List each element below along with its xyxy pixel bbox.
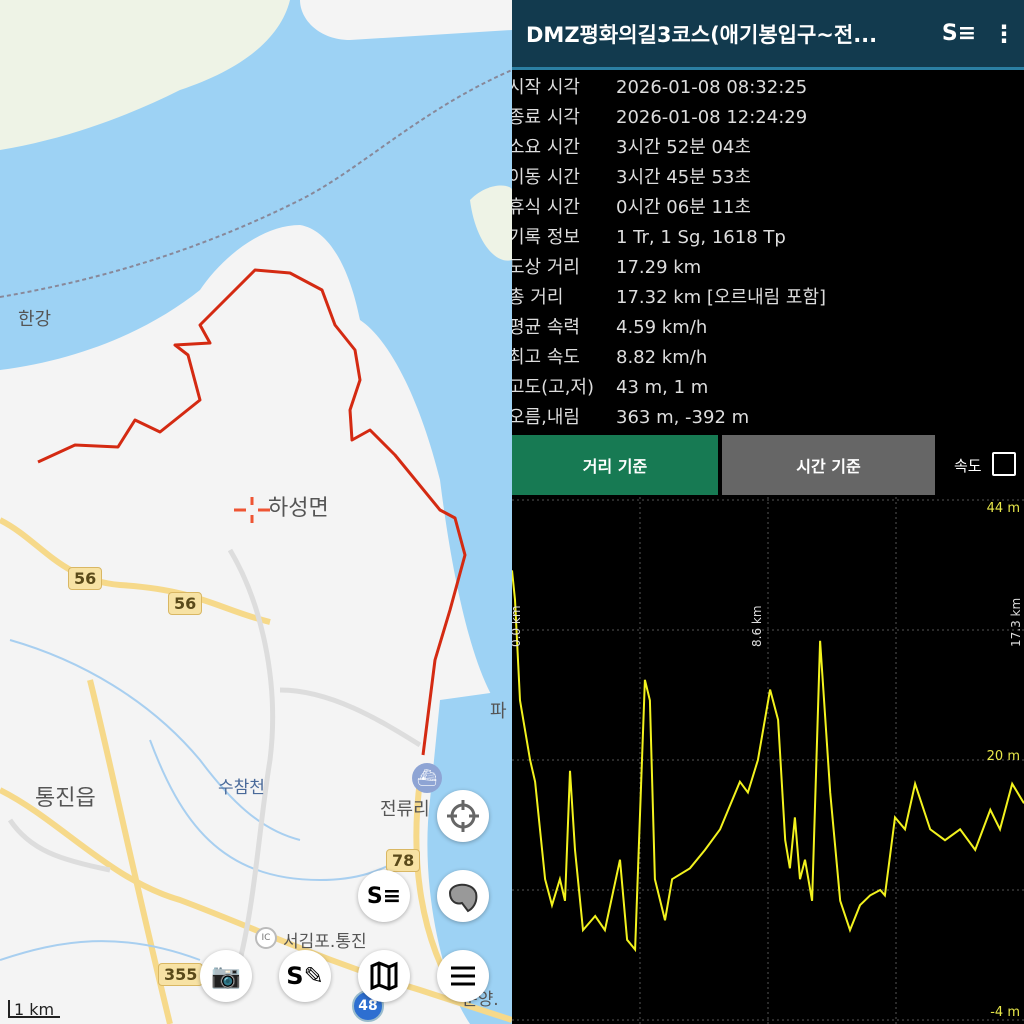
stat-value: 17.29 km bbox=[616, 257, 702, 278]
stat-row: 최고 속도 8.82 km/h bbox=[512, 343, 707, 373]
stat-label: 총 거리 bbox=[512, 287, 564, 308]
map-icon bbox=[370, 961, 398, 991]
stat-label: 최고 속도 bbox=[512, 347, 580, 368]
map-select-button[interactable] bbox=[358, 950, 410, 1002]
stat-label: 오름,내림 bbox=[512, 407, 580, 428]
stat-value: 0시간 06분 11초 bbox=[616, 197, 751, 218]
road-badge: 355 bbox=[158, 963, 204, 986]
route-edit-icon: S✎ bbox=[286, 962, 324, 990]
stat-label: 평균 속력 bbox=[512, 317, 580, 338]
road-badge: 56 bbox=[68, 567, 103, 590]
y-tick-label: 20 m bbox=[987, 749, 1020, 764]
stat-row: 평균 속력 4.59 km/h bbox=[512, 313, 707, 343]
camera-button[interactable]: 📷 bbox=[200, 950, 252, 1002]
edge-label: 파 bbox=[490, 701, 507, 722]
crosshair-icon bbox=[447, 800, 479, 832]
stat-value: 363 m, -392 m bbox=[616, 407, 750, 428]
draw-track-button[interactable]: S✎ bbox=[279, 950, 331, 1002]
stat-value: 2026-01-08 12:24:29 bbox=[616, 107, 808, 128]
ferry-label: 전류리 bbox=[380, 799, 430, 820]
y-tick-label: 44 m bbox=[987, 501, 1020, 516]
layers-button[interactable] bbox=[437, 870, 489, 922]
stat-label: 기록 정보 bbox=[512, 227, 580, 248]
map-center-crosshair-icon bbox=[234, 497, 270, 523]
stat-value: 4.59 km/h bbox=[616, 317, 708, 338]
stat-label: 종료 시각 bbox=[512, 107, 580, 128]
map-view[interactable]: 한강 하성면 통진읍 수참천 ⛴ 전류리 파 56 56 78 355 48 I… bbox=[0, 0, 512, 1024]
stat-label: 휴식 시간 bbox=[512, 197, 580, 218]
stat-row: 휴식 시간 0시간 06분 11초 bbox=[512, 193, 751, 223]
stat-value: 2026-01-08 08:32:25 bbox=[616, 77, 808, 98]
route-list-icon: S≡ bbox=[366, 883, 402, 909]
more-options-icon[interactable]: ⋮ bbox=[984, 20, 1024, 48]
stat-label: 도상 거리 bbox=[512, 257, 580, 278]
x-tick-label: 8.6 km bbox=[750, 605, 764, 647]
river-label: 한강 bbox=[18, 309, 52, 330]
track-list-button[interactable]: S≡ bbox=[358, 870, 410, 922]
stat-label: 시작 시각 bbox=[512, 77, 580, 98]
stat-value: 3시간 45분 53초 bbox=[616, 167, 751, 188]
road-badge: 78 bbox=[386, 849, 421, 872]
ic-label: 서김포.통진 bbox=[283, 932, 367, 952]
scale-bar: 1 km bbox=[8, 1000, 60, 1019]
stat-row: 이동 시간 3시간 45분 53초 bbox=[512, 163, 751, 193]
map-layer-icon bbox=[448, 883, 478, 913]
stat-label: 소요 시간 bbox=[512, 137, 580, 158]
menu-button[interactable] bbox=[437, 950, 489, 1002]
stat-row: 소요 시간 3시간 52분 04초 bbox=[512, 133, 751, 163]
y-tick-label: -4 m bbox=[990, 1005, 1020, 1020]
stat-value: 3시간 52분 04초 bbox=[616, 137, 751, 158]
my-location-button[interactable] bbox=[437, 790, 489, 842]
track-list-icon[interactable]: S≡ bbox=[934, 21, 984, 46]
stat-label: 이동 시간 bbox=[512, 167, 580, 188]
app-bar: DMZ평화의길3코스(애기봉입구~전... S≡ ⋮ bbox=[512, 0, 1024, 70]
stat-value: 1 Tr, 1 Sg, 1618 Tp bbox=[616, 227, 786, 248]
hamburger-icon bbox=[451, 966, 475, 986]
stat-value: 8.82 km/h bbox=[616, 347, 708, 368]
elevation-chart: 44 m 20 m -4 m 0.0 km 8.6 km 17.3 km bbox=[512, 497, 1024, 1024]
camera-icon: 📷 bbox=[211, 962, 241, 990]
stat-row: 오름,내림 363 m, -392 m bbox=[512, 403, 749, 432]
town-label-tongjin: 통진읍 bbox=[35, 786, 96, 811]
stat-label: 고도(고,저) bbox=[512, 377, 595, 398]
stat-value: 43 m, 1 m bbox=[616, 377, 709, 398]
tab-distance[interactable]: 거리 기준 bbox=[512, 435, 718, 495]
track-title: DMZ평화의길3코스(애기봉입구~전... bbox=[526, 22, 878, 47]
stat-row: 총 거리 17.32 km [오르내림 포함] bbox=[512, 283, 826, 313]
stat-row: 기록 정보 1 Tr, 1 Sg, 1618 Tp bbox=[512, 223, 786, 253]
stat-row: 고도(고,저) 43 m, 1 m bbox=[512, 373, 708, 403]
stat-row: 도상 거리 17.29 km bbox=[512, 253, 701, 283]
stat-row: 종료 시각 2026-01-08 12:24:29 bbox=[512, 103, 807, 133]
stats-list: 시작 시각 2026-01-08 08:32:25 종료 시각 2026-01-08 … bbox=[512, 70, 1024, 432]
town-label-haseong: 하성면 bbox=[268, 496, 329, 521]
stat-row: 시작 시각 2026-01-08 08:32:25 bbox=[512, 73, 807, 103]
x-tick-label: 0.0 km bbox=[512, 605, 523, 647]
stream-label: 수참천 bbox=[218, 778, 265, 798]
ferry-icon: ⛴ bbox=[412, 763, 442, 793]
road-badge: 56 bbox=[168, 592, 203, 615]
stat-value: 17.32 km [오르내림 포함] bbox=[616, 287, 827, 308]
ic-badge: IC bbox=[255, 927, 277, 949]
speed-label: 속도 bbox=[954, 457, 982, 475]
x-tick-label: 17.3 km bbox=[1009, 598, 1023, 647]
track-info-panel: DMZ평화의길3코스(애기봉입구~전... S≡ ⋮ 시작 시각 2026-01-… bbox=[512, 0, 1024, 1024]
tab-time[interactable]: 시간 기준 bbox=[722, 435, 935, 495]
speed-checkbox[interactable] bbox=[992, 452, 1016, 476]
